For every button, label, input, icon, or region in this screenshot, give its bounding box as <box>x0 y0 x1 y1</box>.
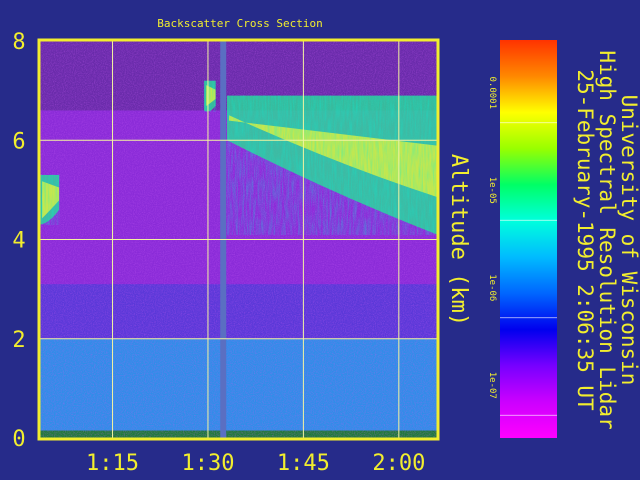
colorbar: 0.0001 1e-05 1e-06 1e-07 <box>487 40 557 438</box>
plot-area <box>40 41 437 438</box>
institution-label: University of Wisconsin <box>617 95 640 386</box>
y-axis-label: Altitude (km) <box>446 154 471 326</box>
cloud-texture <box>204 80 216 112</box>
colorbar-tick-label: 1e-06 <box>487 274 497 301</box>
y-tick-label: 4 <box>12 229 25 254</box>
x-tick-label: 1:15 <box>86 451 139 476</box>
y-tick-label: 8 <box>12 30 25 55</box>
date-time-label: 25-February-1995 2:06:35 UT <box>573 69 597 411</box>
figure-info: University of Wisconsin High Spectral Re… <box>573 50 640 429</box>
x-tick-label: 2:00 <box>372 451 425 476</box>
instrument-label: High Spectral Resolution Lidar <box>595 50 619 429</box>
lidar-figure: Backscatter Cross Section 1:15 1:30 1:45 2:… <box>0 0 640 480</box>
y-tick-label: 6 <box>12 129 25 154</box>
colorbar-tick-label: 1e-07 <box>487 372 497 399</box>
y-axis-ticks: 0 2 4 6 8 <box>12 30 25 452</box>
colorbar-strip <box>500 40 557 438</box>
chart-title: Backscatter Cross Section <box>157 17 323 30</box>
y-tick-label: 2 <box>12 328 25 353</box>
x-axis-ticks: 1:15 1:30 1:45 2:00 <box>86 451 425 476</box>
figure-svg: Backscatter Cross Section 1:15 1:30 1:45 2:… <box>12 17 640 476</box>
colorbar-tick-label: 0.0001 <box>487 76 497 109</box>
y-tick-label: 0 <box>12 427 25 452</box>
x-tick-label: 1:30 <box>181 451 234 476</box>
x-tick-label: 1:45 <box>277 451 330 476</box>
colorbar-tick-label: 1e-05 <box>487 177 497 204</box>
